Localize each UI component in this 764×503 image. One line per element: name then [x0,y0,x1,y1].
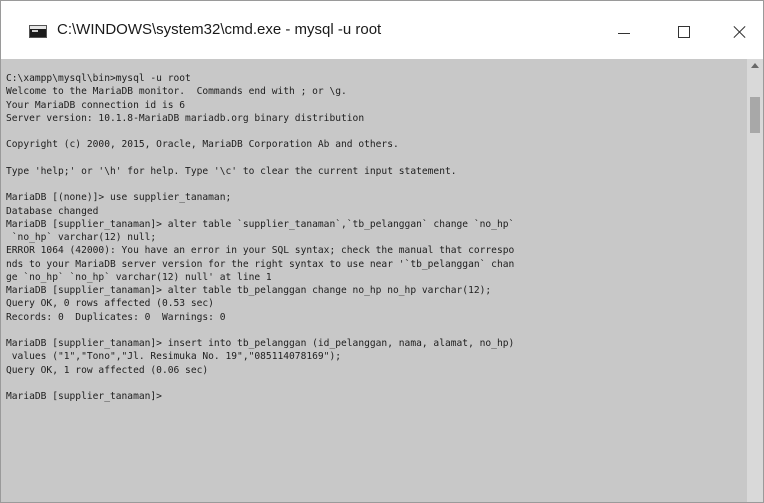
minimize-button[interactable] [601,15,647,49]
console-line: Records: 0 Duplicates: 0 Warnings: 0 [6,311,226,323]
console-line: values ("1","Tono","Jl. Resimuka No. 19"… [6,351,342,363]
console-line: Database changed [6,205,99,217]
console-line: MariaDB [supplier_tanaman]> insert into … [6,338,515,349]
close-icon [733,25,747,39]
close-button[interactable] [717,15,763,49]
console-line: Server version: 10.1.8-MariaDB mariadb.o… [6,112,365,124]
cmd-window: C:\WINDOWS\system32\cmd.exe - mysql -u r… [0,0,764,503]
cmd-icon[interactable] [29,25,47,38]
console-line: C:\xampp\mysql\bin>mysql -u root [6,73,191,84]
console-line: Copyright (c) 2000, 2015, Oracle, MariaD… [6,139,399,151]
console-line: ge `no_hp` `no_hp` varchar(12) null' at … [6,271,272,283]
console-line: `no_hp` varchar(12) null; [6,232,157,243]
cmd-icon-prompt [32,30,38,32]
console-line: Query OK, 0 rows affected (0.53 sec) [6,298,214,310]
scrollbar-thumb[interactable] [750,97,760,133]
window-title: C:\WINDOWS\system32\cmd.exe - mysql -u r… [57,21,382,38]
vertical-scrollbar[interactable] [747,59,763,502]
console-line: Welcome to the MariaDB monitor. Commands… [6,86,347,98]
maximize-button[interactable] [661,15,707,49]
console-line: MariaDB [supplier_tanaman]> alter table … [6,285,492,296]
console-line: Query OK, 1 row affected (0.06 sec) [6,364,209,376]
console-area[interactable]: C:\xampp\mysql\bin>mysql -u root Welcome … [1,59,763,502]
cmd-icon-bar [30,26,46,29]
console-output: C:\xampp\mysql\bin>mysql -u root Welcome … [6,72,746,403]
console-line: Type 'help;' or '\h' for help. Type '\c'… [6,165,457,177]
maximize-icon [678,26,690,38]
console-line: MariaDB [supplier_tanaman]> [6,391,162,402]
title-bar[interactable]: C:\WINDOWS\system32\cmd.exe - mysql -u r… [1,1,763,59]
console-line: MariaDB [supplier_tanaman]> alter table … [6,218,515,230]
console-line: Your MariaDB connection id is 6 [6,99,186,111]
console-line: ERROR 1064 (42000): You have an error in… [6,245,515,257]
console-line: MariaDB [(none)]> use supplier_tanaman; [6,192,232,204]
minimize-icon [618,32,630,34]
console-line: nds to your MariaDB server version for t… [6,258,515,270]
scroll-up-arrow-icon[interactable] [751,63,759,68]
